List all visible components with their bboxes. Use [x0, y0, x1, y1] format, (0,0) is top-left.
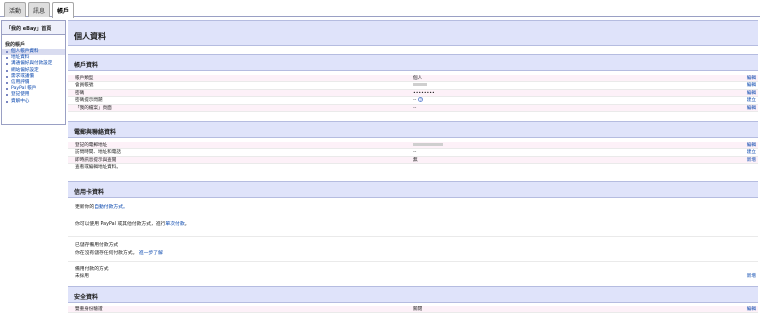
- edit-email-link[interactable]: 編輯: [747, 142, 756, 149]
- row-user-id: 會員帳號 編輯: [68, 82, 758, 90]
- tab-messages[interactable]: 訊息: [28, 2, 51, 17]
- create-contact-info-link[interactable]: 建立: [747, 149, 756, 156]
- row-value: 個人: [413, 76, 423, 81]
- row-label: 即時訊息提示與查閱: [75, 157, 117, 163]
- help-icon[interactable]: ?: [418, 97, 424, 103]
- edit-user-id-link[interactable]: 編輯: [747, 82, 756, 89]
- backup-payment-label: 備用付款的方式: [75, 266, 109, 272]
- bullet-icon: [6, 88, 8, 91]
- row-email: 登記的電郵地址 編輯: [68, 141, 758, 150]
- create-password-hint-link[interactable]: 建立: [747, 97, 756, 104]
- sidebar-item-label: 個人帳戶資料: [11, 49, 39, 54]
- learn-more-link[interactable]: 進一步了解: [139, 251, 163, 256]
- row-value: --: [413, 105, 417, 111]
- sidebar-section-title: 我的帳戶: [5, 42, 26, 48]
- row-value: ••••••••: [413, 90, 435, 96]
- row-value: [413, 82, 427, 89]
- row-password-hint: 密碼提示問題 --? 建立: [68, 97, 758, 105]
- sidebar-title[interactable]: 「我的 eBay」首頁: [2, 21, 65, 35]
- tab-account[interactable]: 帳戶: [52, 2, 75, 18]
- bullet-icon: [6, 81, 8, 84]
- row-two-step-verification: 雙重身份驗證 關閉 編輯: [68, 305, 758, 314]
- sidebar-item-label: 登記使用: [11, 92, 30, 98]
- row-instant-message: 即時訊息提示與查閱 無 新增: [68, 156, 758, 165]
- sidebar: 「我的 eBay」首頁 我的帳戶 個人帳戶資料 地址資料 溝通偏好與付款設定 網…: [1, 20, 66, 125]
- sidebar-item-label: 需求或議價: [11, 73, 34, 79]
- edit-my-profile-link[interactable]: 編輯: [747, 105, 756, 112]
- section-title-account: 帳戶資料: [68, 54, 758, 71]
- bullet-icon: [6, 75, 8, 78]
- row-backup-payment: 未採用 新增: [68, 273, 758, 280]
- sidebar-item-resolution-center[interactable]: 資解中心: [2, 99, 65, 105]
- section-title-credit-card: 信用卡資料: [68, 180, 758, 198]
- redacted-value: [413, 83, 427, 87]
- automatic-payment-prefix: 更新你的: [75, 204, 95, 210]
- bullet-icon: [6, 94, 8, 97]
- row-value: 關閉: [413, 306, 423, 312]
- row-view-address: 查看或編輯地址資料。: [68, 164, 758, 171]
- bullet-icon: [6, 69, 8, 72]
- one-time-payment-suffix: 。: [184, 221, 190, 227]
- automatic-payment-link[interactable]: 自動付款方式。: [94, 205, 128, 210]
- row-contact-info: 訪問時間、地址和電話 -- 建立: [68, 149, 758, 157]
- sidebar-item-label: 溝通偏好與付款設定: [11, 61, 53, 67]
- row-value: 無: [413, 157, 418, 163]
- row-label: 帳戶類型: [75, 76, 94, 81]
- edit-account-type-link[interactable]: 編輯: [747, 75, 756, 82]
- sidebar-item-label: 資解中心: [11, 98, 30, 104]
- row-my-profile: 「我的檔案」頁面 -- 編輯: [68, 104, 758, 112]
- add-instant-message-link[interactable]: 新增: [747, 157, 756, 164]
- row-password: 密碼 •••••••• 編輯: [68, 89, 758, 98]
- row-value: --: [413, 150, 417, 156]
- saved-payment-value: 你在沒有儲存任何付款方式。: [75, 250, 138, 256]
- one-time-payment-text: 你可以使用 PayPal 或其他付款方式，進行單次付款。: [68, 220, 758, 230]
- row-account-type: 帳戶類型 個人 編輯: [68, 75, 758, 83]
- saved-payment-text: 你在沒有儲存任何付款方式。 進一步了解: [68, 249, 758, 258]
- one-time-payment-link[interactable]: 單次付款: [165, 222, 184, 227]
- automatic-payment-text: 更新你的自動付款方式。: [68, 203, 758, 212]
- row-label: 密碼: [75, 90, 85, 96]
- bullet-icon: [6, 63, 8, 66]
- row-label: 登記的電郵地址: [75, 142, 108, 148]
- row-label: 「我的檔案」頁面: [75, 105, 112, 111]
- row-label: 密碼提示問題: [75, 98, 103, 104]
- edit-two-step-link[interactable]: 編輯: [747, 306, 756, 313]
- sidebar-item-label: 地址資料: [11, 55, 30, 61]
- row-label: 訪問時間、地址和電話: [75, 150, 121, 156]
- section-title-security: 安全資料: [68, 285, 758, 303]
- row-value-text: --: [413, 98, 417, 104]
- row-value: --?: [413, 97, 424, 104]
- sidebar-item-label: 信用評價: [11, 79, 30, 85]
- row-label: 雙重身份驗證: [75, 306, 103, 312]
- edit-password-link[interactable]: 編輯: [747, 90, 756, 97]
- saved-payment-label: 已儲存備用付款方式: [75, 242, 119, 248]
- tab-bar: 活動 訊息 帳戶: [0, 0, 760, 18]
- bullet-icon: [6, 57, 8, 60]
- section-title-contact: 電郵與聯絡資料: [68, 120, 758, 138]
- row-value: 未採用: [75, 273, 89, 279]
- sidebar-item-label: PayPal 帳戶: [11, 86, 37, 92]
- main-content: 個人資料 帳戶資料 帳戶類型 個人 編輯 會員帳號 編輯 密碼 ••••••••…: [68, 20, 758, 314]
- tab-activity[interactable]: 活動: [4, 2, 27, 17]
- row-label: 會員帳號: [75, 83, 94, 89]
- view-address-link[interactable]: 查看或編輯地址資料。: [75, 164, 121, 171]
- bullet-icon: [6, 51, 8, 53]
- one-time-payment-prefix: 你可以使用 PayPal 或其他付款方式，進行: [75, 221, 166, 227]
- sidebar-item-label: 網站偏好設定: [11, 67, 39, 73]
- redacted-value: [413, 142, 443, 146]
- bullet-icon: [6, 100, 8, 103]
- row-value: [413, 142, 443, 149]
- page-title: 個人資料: [68, 20, 758, 46]
- add-backup-payment-link[interactable]: 新增: [747, 273, 756, 280]
